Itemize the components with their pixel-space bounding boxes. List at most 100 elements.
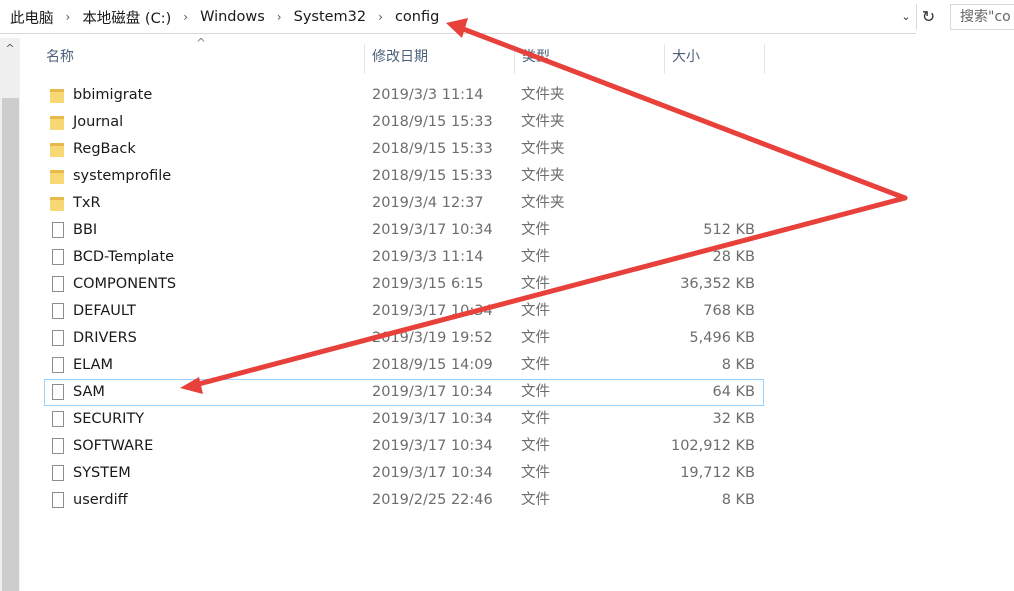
file-type: 文件 <box>521 384 550 400</box>
file-size: 5,496 KB <box>689 330 755 346</box>
file-name: Journal <box>73 114 124 130</box>
file-name: DEFAULT <box>73 303 136 319</box>
folder-icon <box>50 143 64 157</box>
file-type: 文件夹 <box>521 87 565 103</box>
column-size[interactable]: 大小 <box>672 40 700 74</box>
file-date: 2018/9/15 14:09 <box>372 357 493 373</box>
list-item[interactable]: DEFAULT 2019/3/17 10:34 文件 768 KB <box>44 298 764 325</box>
scroll-up-icon[interactable]: ^ <box>0 38 20 60</box>
file-icon <box>52 465 64 481</box>
file-name: userdiff <box>73 492 128 508</box>
file-icon <box>52 303 64 319</box>
file-type: 文件 <box>521 492 550 508</box>
crumb-config[interactable]: config <box>391 9 443 25</box>
list-item[interactable]: SECURITY 2019/3/17 10:34 文件 32 KB <box>44 406 764 433</box>
file-size: 19,712 KB <box>680 465 755 481</box>
breadcrumb: 此电脑 › 本地磁盘 (C:) › Windows › System32 › c… <box>6 0 443 34</box>
crumb-system32[interactable]: System32 <box>290 9 371 25</box>
list-item[interactable]: Journal 2018/9/15 15:33 文件夹 <box>44 109 764 136</box>
file-date: 2019/2/25 22:46 <box>372 492 493 508</box>
file-name: bbimigrate <box>73 87 153 103</box>
chevron-right-icon[interactable]: › <box>175 10 196 24</box>
file-name: BBI <box>73 222 98 238</box>
chevron-right-icon[interactable]: › <box>58 10 79 24</box>
list-item[interactable]: systemprofile 2018/9/15 15:33 文件夹 <box>44 163 764 190</box>
file-date: 2019/3/17 10:34 <box>372 465 493 481</box>
crumb-windows[interactable]: Windows <box>196 9 269 25</box>
refresh-icon[interactable]: ↻ <box>916 4 940 30</box>
scrollbar-thumb[interactable] <box>2 98 19 591</box>
file-list: bbimigrate 2019/3/3 11:14 文件夹 Journal 2018/9… <box>44 82 764 514</box>
list-item[interactable]: bbimigrate 2019/3/3 11:14 文件夹 <box>44 82 764 109</box>
sort-ascending-icon: ^ <box>196 36 207 50</box>
file-name: SECURITY <box>73 411 145 427</box>
file-icon <box>52 357 64 373</box>
list-item[interactable]: userdiff 2019/2/25 22:46 文件 8 KB <box>44 487 764 514</box>
list-item[interactable]: BCD-Template 2019/3/3 11:14 文件 28 KB <box>44 244 764 271</box>
file-name: systemprofile <box>73 168 172 184</box>
file-date: 2019/3/15 6:15 <box>372 276 484 292</box>
column-divider[interactable] <box>364 44 365 74</box>
file-size: 64 KB <box>712 384 755 400</box>
file-date: 2019/3/3 11:14 <box>372 249 484 265</box>
file-name: COMPONENTS <box>73 276 177 292</box>
file-name: SOFTWARE <box>73 438 154 454</box>
list-item[interactable]: SOFTWARE 2019/3/17 10:34 文件 102,912 KB <box>44 433 764 460</box>
crumb-local-disk[interactable]: 本地磁盘 (C:) <box>78 7 175 28</box>
column-header: ^ 名称 修改日期 类型 大小 <box>20 36 770 74</box>
crumb-this-pc[interactable]: 此电脑 <box>6 7 58 28</box>
file-name: RegBack <box>73 141 136 157</box>
list-item[interactable]: SAM 2019/3/17 10:34 文件 64 KB <box>44 379 764 406</box>
chevron-right-icon[interactable]: › <box>370 10 391 24</box>
chevron-down-icon[interactable]: ⌄ <box>897 8 915 26</box>
file-type: 文件 <box>521 303 550 319</box>
file-size: 32 KB <box>712 411 755 427</box>
list-item[interactable]: TxR 2019/3/4 12:37 文件夹 <box>44 190 764 217</box>
search-input[interactable]: 搜索"co <box>950 4 1014 30</box>
column-divider[interactable] <box>664 44 665 74</box>
list-item[interactable]: DRIVERS 2019/3/19 19:52 文件 5,496 KB <box>44 325 764 352</box>
file-icon <box>52 411 64 427</box>
file-date: 2019/3/17 10:34 <box>372 303 493 319</box>
list-item[interactable]: SYSTEM 2019/3/17 10:34 文件 19,712 KB <box>44 460 764 487</box>
list-item[interactable]: COMPONENTS 2019/3/15 6:15 文件 36,352 KB <box>44 271 764 298</box>
file-date: 2019/3/3 11:14 <box>372 87 484 103</box>
list-item[interactable]: ELAM 2018/9/15 14:09 文件 8 KB <box>44 352 764 379</box>
file-icon <box>52 276 64 292</box>
list-item[interactable]: BBI 2019/3/17 10:34 文件 512 KB <box>44 217 764 244</box>
file-icon <box>52 330 64 346</box>
file-name: DRIVERS <box>73 330 137 346</box>
file-date: 2019/3/17 10:34 <box>372 384 493 400</box>
column-divider[interactable] <box>514 44 515 74</box>
file-icon <box>52 384 64 400</box>
file-type: 文件夹 <box>521 195 565 211</box>
file-type: 文件 <box>521 276 550 292</box>
file-name: SYSTEM <box>73 465 131 481</box>
column-divider[interactable] <box>764 44 765 74</box>
file-date: 2018/9/15 15:33 <box>372 114 493 130</box>
file-type: 文件 <box>521 330 550 346</box>
file-icon <box>52 249 64 265</box>
file-name: TxR <box>73 195 101 211</box>
column-type[interactable]: 类型 <box>522 40 550 74</box>
file-size: 8 KB <box>721 492 755 508</box>
address-bar[interactable]: 此电脑 › 本地磁盘 (C:) › Windows › System32 › c… <box>0 0 916 34</box>
file-date: 2019/3/17 10:34 <box>372 222 493 238</box>
file-name: BCD-Template <box>73 249 175 265</box>
file-size: 512 KB <box>703 222 755 238</box>
column-name[interactable]: 名称 <box>46 40 74 74</box>
file-icon <box>52 222 64 238</box>
file-type: 文件夹 <box>521 141 565 157</box>
column-date[interactable]: 修改日期 <box>372 40 428 74</box>
file-date: 2019/3/17 10:34 <box>372 438 493 454</box>
file-date: 2019/3/4 12:37 <box>372 195 484 211</box>
vertical-scrollbar[interactable]: ^ <box>0 38 20 591</box>
folder-icon <box>50 197 64 211</box>
file-name: SAM <box>73 384 105 400</box>
file-type: 文件夹 <box>521 168 565 184</box>
chevron-right-icon[interactable]: › <box>269 10 290 24</box>
file-date: 2018/9/15 15:33 <box>372 168 493 184</box>
file-date: 2019/3/19 19:52 <box>372 330 493 346</box>
list-item[interactable]: RegBack 2018/9/15 15:33 文件夹 <box>44 136 764 163</box>
file-type: 文件 <box>521 438 550 454</box>
